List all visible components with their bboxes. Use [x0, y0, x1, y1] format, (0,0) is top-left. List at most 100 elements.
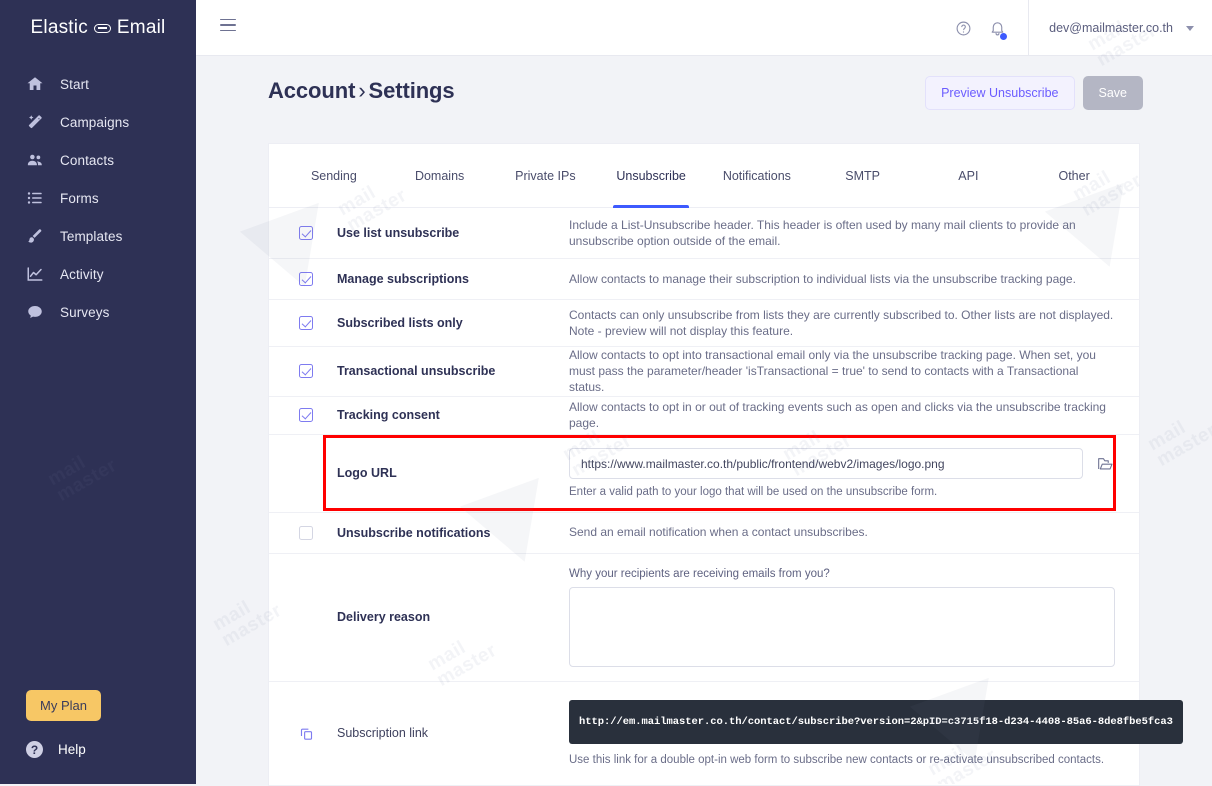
sidebar-item-forms[interactable]: Forms — [0, 179, 196, 217]
sidebar-item-start[interactable]: Start — [0, 65, 196, 103]
setting-row-use-list-unsubscribe: Use list unsubscribe Include a List-Unsu… — [269, 208, 1139, 259]
logo-url-hint: Enter a valid path to your logo that wil… — [569, 486, 938, 499]
breadcrumb-root[interactable]: Account — [268, 78, 355, 103]
sidebar-item-label: Contacts — [60, 152, 115, 168]
sidebar-item-label: Activity — [60, 266, 104, 282]
brand-name-left: Elastic — [30, 17, 88, 38]
subscribed-lists-only-checkbox[interactable] — [299, 316, 313, 330]
sidebar-item-label: Campaigns — [60, 114, 130, 130]
list-icon — [26, 189, 44, 207]
tab-sending[interactable]: Sending — [281, 144, 387, 208]
subscription-link-area: http://em.mailmaster.co.th/contact/subsc… — [569, 700, 1207, 766]
setting-label: Transactional unsubscribe — [337, 364, 496, 379]
use-list-unsubscribe-checkbox[interactable] — [299, 226, 313, 240]
tab-api[interactable]: API — [916, 144, 1022, 208]
brand-name-right: Email — [116, 17, 166, 38]
checkbox-cell — [269, 316, 337, 330]
bell-icon[interactable] — [980, 11, 1014, 45]
sidebar-item-help[interactable]: ? Help — [26, 741, 86, 758]
help-circle-icon[interactable] — [946, 11, 980, 45]
magic-wand-icon — [26, 113, 44, 131]
sidebar-item-label: Forms — [60, 190, 99, 206]
link-icon — [93, 23, 111, 33]
settings-card: Sending Domains Private IPs Unsubscribe … — [268, 143, 1183, 786]
sidebar-item-surveys[interactable]: Surveys — [0, 293, 196, 331]
chart-line-icon — [26, 265, 44, 283]
setting-description: Allow contacts to opt in or out of track… — [569, 399, 1106, 431]
setting-description: Send an email notification when a contac… — [569, 525, 868, 540]
tracking-consent-checkbox[interactable] — [299, 408, 313, 423]
question-circle-icon: ? — [26, 741, 43, 758]
tab-unsubscribe[interactable]: Unsubscribe — [598, 144, 704, 208]
checkbox-cell — [269, 272, 337, 286]
page-header: Account › Settings Preview Unsubscribe Sav… — [268, 76, 1143, 110]
tab-smtp[interactable]: SMTP — [810, 144, 916, 208]
subscription-link-label: Subscription link — [337, 726, 429, 741]
sidebar-item-contacts[interactable]: Contacts — [0, 141, 196, 179]
setting-row-logo-url: Logo URL Enter a valid path to your logo… — [269, 434, 1139, 513]
my-plan-button[interactable]: My Plan — [26, 690, 101, 721]
folder-icon[interactable] — [1095, 454, 1115, 474]
setting-label: Unsubscribe notifications — [337, 525, 491, 540]
checkbox-cell — [269, 408, 337, 423]
header-actions: Preview Unsubscribe Save — [925, 76, 1143, 110]
setting-row-transactional-unsubscribe: Transactional unsubscribe Allow contacts… — [269, 347, 1139, 397]
breadcrumb-separator: › — [358, 78, 366, 103]
save-button[interactable]: Save — [1082, 76, 1143, 110]
manage-subscriptions-checkbox[interactable] — [299, 272, 313, 286]
logo-url-input-row — [569, 448, 1115, 480]
user-email-label: dev@mailmaster.co.th — [1049, 21, 1173, 35]
breadcrumb-current: Settings — [368, 78, 455, 103]
setting-label: Use list unsubscribe — [337, 226, 460, 240]
user-menu[interactable]: dev@mailmaster.co.th — [1028, 0, 1212, 56]
people-icon — [26, 151, 44, 169]
sidebar-item-campaigns[interactable]: Campaigns — [0, 103, 196, 141]
copy-icon[interactable] — [299, 726, 314, 741]
subscription-link-url: http://em.mailmaster.co.th/contact/subsc… — [579, 716, 1173, 729]
setting-description: Include a List-Unsubscribe header. This … — [569, 217, 1076, 248]
logo-url-field-area: Enter a valid path to your logo that wil… — [569, 448, 1139, 498]
setting-row-tracking-consent: Tracking consent Allow contacts to opt i… — [269, 397, 1139, 435]
checkbox-cell — [269, 364, 337, 379]
logo-url-input[interactable] — [569, 448, 1083, 480]
setting-row-manage-subscriptions: Manage subscriptions Allow contacts to m… — [269, 259, 1139, 300]
setting-label: Subscribed lists only — [337, 316, 463, 330]
sidebar-nav: Start Campaigns Contacts Forms Templates — [0, 65, 196, 331]
setting-row-unsubscribe-notifications: Unsubscribe notifications Send an email … — [269, 513, 1139, 554]
preview-unsubscribe-button[interactable]: Preview Unsubscribe — [925, 76, 1075, 110]
hamburger-icon[interactable] — [220, 15, 242, 35]
delivery-reason-label: Delivery reason — [337, 610, 431, 625]
delivery-reason-question: Why your recipients are receiving emails… — [569, 567, 830, 580]
notification-dot — [1000, 33, 1008, 40]
unsubscribe-notifications-checkbox[interactable] — [299, 525, 313, 540]
tab-private-ips[interactable]: Private IPs — [493, 144, 599, 208]
setting-description: Allow contacts to opt into transactional… — [569, 348, 1096, 395]
watermark-text: mail master — [1144, 417, 1212, 471]
setting-row-subscription-link: Subscription link http://em.mailmaster.c… — [269, 682, 1183, 786]
copy-icon-cell — [269, 726, 337, 741]
my-plan-wrapper: My Plan — [26, 690, 101, 721]
tab-domains[interactable]: Domains — [387, 144, 493, 208]
subscription-link-banner[interactable]: http://em.mailmaster.co.th/contact/subsc… — [569, 700, 1183, 745]
sidebar-item-label: Templates — [60, 228, 123, 244]
home-icon — [26, 75, 44, 93]
chat-bubble-icon — [26, 303, 44, 321]
sidebar: Elastic Email Start Campaigns Contacts F… — [0, 0, 196, 784]
checkbox-cell — [269, 525, 337, 540]
tab-notifications[interactable]: Notifications — [704, 144, 810, 208]
tab-other[interactable]: Other — [1021, 144, 1127, 208]
sidebar-help-label: Help — [58, 742, 86, 757]
setting-label: Tracking consent — [337, 408, 440, 423]
top-bar: dev@mailmaster.co.th — [196, 0, 1212, 56]
delivery-reason-textarea[interactable] — [569, 586, 1115, 667]
settings-tabs: Sending Domains Private IPs Unsubscribe … — [269, 144, 1139, 208]
logo-url-label: Logo URL — [337, 466, 397, 481]
sidebar-item-label: Surveys — [60, 304, 110, 320]
transactional-unsubscribe-checkbox[interactable] — [299, 364, 313, 379]
delivery-reason-area: Why your recipients are receiving emails… — [569, 554, 1139, 681]
topbar-actions: dev@mailmaster.co.th — [946, 0, 1212, 56]
sidebar-item-templates[interactable]: Templates — [0, 217, 196, 255]
sidebar-item-activity[interactable]: Activity — [0, 255, 196, 293]
setting-description: Allow contacts to manage their subscript… — [569, 271, 1076, 286]
setting-row-delivery-reason: Delivery reason Why your recipients are … — [269, 554, 1139, 682]
